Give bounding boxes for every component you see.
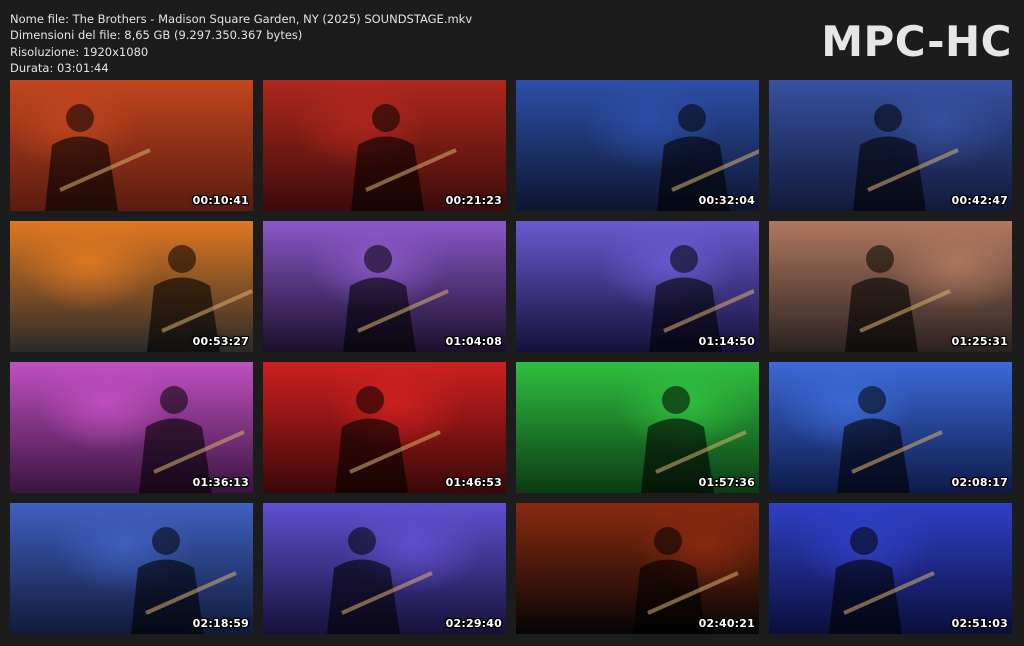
performer-body xyxy=(335,418,408,493)
performer-body xyxy=(837,418,910,493)
thumbnail-image xyxy=(769,80,1012,211)
thumbnail[interactable]: 02:51:03 xyxy=(769,503,1012,634)
performer-head xyxy=(372,104,400,132)
timestamp: 00:42:47 xyxy=(951,194,1008,207)
header: Nome file: The Brothers - Madison Square… xyxy=(0,0,1024,80)
performer-body xyxy=(853,136,926,211)
thumbnail[interactable]: 01:57:36 xyxy=(516,362,759,493)
thumbnail-image xyxy=(516,80,759,211)
thumbnail-image xyxy=(263,362,506,493)
file-size: Dimensioni del file: 8,65 GB (9.297.350.… xyxy=(10,28,303,43)
timestamp: 01:46:53 xyxy=(445,476,502,489)
thumbnail[interactable]: 01:04:08 xyxy=(263,221,506,352)
performer-head xyxy=(654,527,682,555)
performer-body xyxy=(327,559,400,634)
thumbnail-image xyxy=(516,221,759,352)
performer-head xyxy=(348,527,376,555)
thumbnail[interactable]: 02:40:21 xyxy=(516,503,759,634)
performer-head xyxy=(160,386,188,414)
file-name: Nome file: The Brothers - Madison Square… xyxy=(10,12,473,26)
timestamp: 00:32:04 xyxy=(698,194,755,207)
timestamp: 01:57:36 xyxy=(698,476,755,489)
performer-body xyxy=(351,136,424,211)
performer-head xyxy=(874,104,902,132)
performer-body xyxy=(829,559,902,634)
timestamp: 00:10:41 xyxy=(192,194,249,207)
thumbnail-image xyxy=(10,503,253,634)
thumbnail-image xyxy=(263,221,506,352)
duration: Durata: 03:01:44 xyxy=(10,60,109,75)
thumbnail[interactable]: 02:29:40 xyxy=(263,503,506,634)
thumbnail[interactable]: 00:21:23 xyxy=(263,80,506,211)
performer-head xyxy=(670,245,698,273)
file-info: Nome file: The Brothers - Madison Square… xyxy=(10,11,472,76)
performer-head xyxy=(168,245,196,273)
performer-head xyxy=(850,527,878,555)
thumbnail-grid: 00:10:41 00:21:23 00:32:04 00:42:47 00:53:27… xyxy=(10,80,1013,634)
timestamp: 00:21:23 xyxy=(445,194,502,207)
thumbnail[interactable]: 00:10:41 xyxy=(10,80,253,211)
thumbnail[interactable]: 02:08:17 xyxy=(769,362,1012,493)
performer-body xyxy=(343,277,416,352)
timestamp: 01:36:13 xyxy=(192,476,249,489)
thumbnail[interactable]: 01:46:53 xyxy=(263,362,506,493)
performer-body xyxy=(845,277,918,352)
thumbnail[interactable]: 00:32:04 xyxy=(516,80,759,211)
timestamp: 02:29:40 xyxy=(445,617,502,630)
thumbnail-image xyxy=(263,80,506,211)
thumbnail[interactable]: 01:25:31 xyxy=(769,221,1012,352)
performer-head xyxy=(678,104,706,132)
thumbnail-image xyxy=(769,362,1012,493)
thumbnail-image xyxy=(769,221,1012,352)
performer-head xyxy=(662,386,690,414)
performer-body xyxy=(633,559,706,634)
performer-head xyxy=(356,386,384,414)
timestamp: 02:51:03 xyxy=(951,617,1008,630)
timestamp: 01:25:31 xyxy=(951,335,1008,348)
thumbnail-image xyxy=(516,503,759,634)
performer-head xyxy=(866,245,894,273)
timestamp: 01:14:50 xyxy=(698,335,755,348)
thumbnail-image xyxy=(10,80,253,211)
thumbnail[interactable]: 00:42:47 xyxy=(769,80,1012,211)
thumbnail-image xyxy=(263,503,506,634)
thumbnail[interactable]: 00:53:27 xyxy=(10,221,253,352)
thumbnail-image xyxy=(516,362,759,493)
performer-body xyxy=(45,136,118,211)
performer-head xyxy=(66,104,94,132)
resolution: Risoluzione: 1920x1080 xyxy=(10,44,149,59)
timestamp: 00:53:27 xyxy=(192,335,249,348)
thumbnail-image xyxy=(10,362,253,493)
timestamp: 02:08:17 xyxy=(951,476,1008,489)
timestamp: 02:40:21 xyxy=(698,617,755,630)
timestamp: 02:18:59 xyxy=(192,617,249,630)
thumbnail[interactable]: 01:14:50 xyxy=(516,221,759,352)
timestamp: 01:04:08 xyxy=(445,335,502,348)
performer-head xyxy=(858,386,886,414)
thumbnail[interactable]: 02:18:59 xyxy=(10,503,253,634)
thumbnail[interactable]: 01:36:13 xyxy=(10,362,253,493)
app-logo: MPC-HC xyxy=(821,17,1012,66)
thumbnail-image xyxy=(769,503,1012,634)
performer-head xyxy=(152,527,180,555)
thumbnail-image xyxy=(10,221,253,352)
performer-head xyxy=(364,245,392,273)
